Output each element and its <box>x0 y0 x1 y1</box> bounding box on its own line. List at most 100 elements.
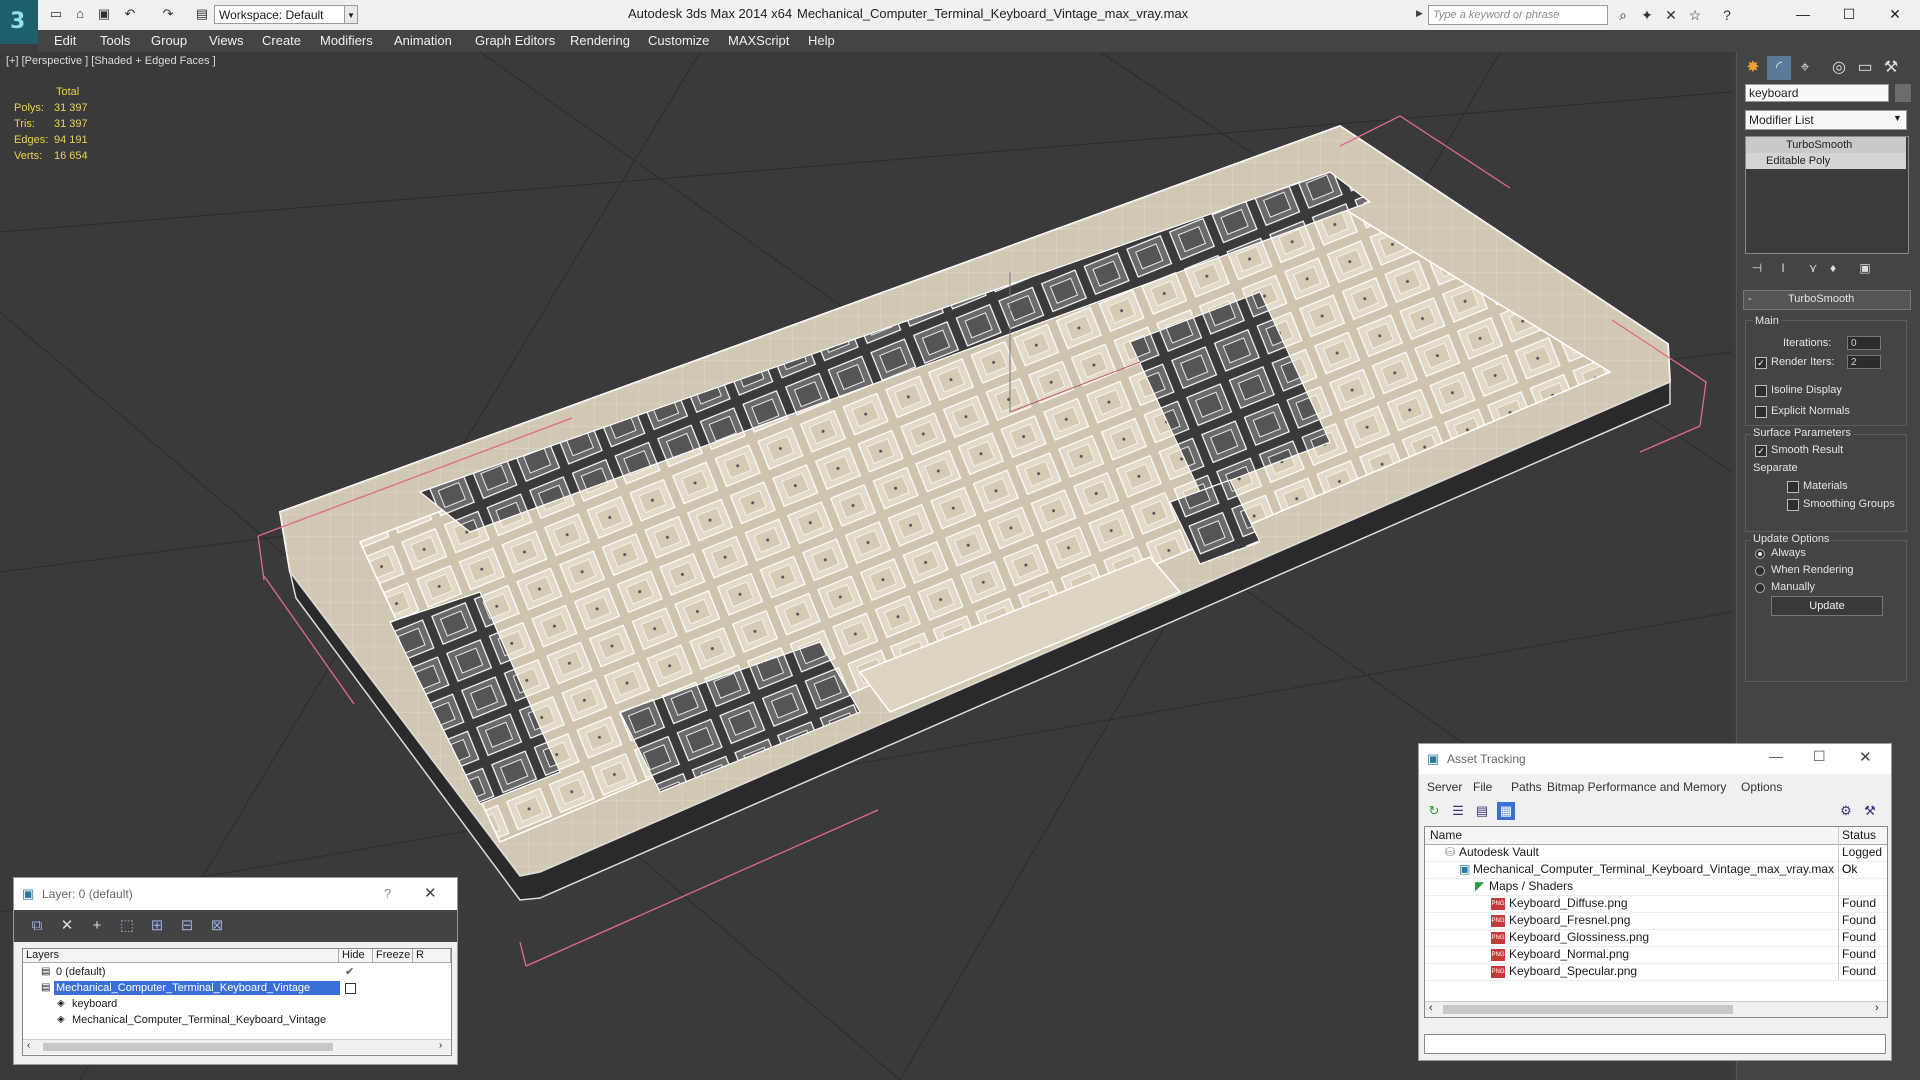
search-input[interactable]: Type a keyword or phrase <box>1428 5 1608 25</box>
scroll-right-icon[interactable]: › <box>1875 1002 1879 1014</box>
asset-row[interactable]: ⛁ Autodesk Vault Logged O <box>1425 844 1887 876</box>
freeze-all-layers-icon[interactable]: ⊠ <box>206 916 228 936</box>
menu-help[interactable]: Help <box>808 30 835 52</box>
maximize-button[interactable]: ☐ <box>1826 0 1872 28</box>
tree-view-icon[interactable]: ▤ <box>1473 802 1491 820</box>
project-folder-icon[interactable]: ▤ <box>194 7 210 21</box>
redo-icon[interactable]: ↷ <box>160 7 176 21</box>
scroll-thumb[interactable] <box>1443 1005 1733 1014</box>
render-iters-spinner[interactable]: 2 <box>1847 355 1881 369</box>
stack-item-turbosmooth[interactable]: TurboSmooth <box>1746 137 1906 153</box>
menu-edit[interactable]: Edit <box>54 30 76 52</box>
search-expand-icon[interactable]: ▶ <box>1416 8 1423 19</box>
binoculars-icon[interactable]: ⌕ <box>1614 6 1632 24</box>
asset-row[interactable]: PNG Keyboard_Normal.png Found <box>1425 946 1887 964</box>
menu-views[interactable]: Views <box>209 30 243 52</box>
isoline-display-checkbox[interactable] <box>1755 385 1767 397</box>
object-name-field[interactable]: keyboard <box>1745 84 1889 102</box>
highlight-layer-icon[interactable]: ⊞ <box>146 916 168 936</box>
menu-rendering[interactable]: Rendering <box>570 30 630 52</box>
horizontal-scrollbar[interactable]: ‹ › <box>23 1039 451 1054</box>
new-file-icon[interactable]: ▭ <box>48 7 64 21</box>
menu-modifiers[interactable]: Modifiers <box>320 30 373 52</box>
menu-graph-editors[interactable]: Graph Editors <box>475 30 555 52</box>
explicit-normals-checkbox[interactable] <box>1755 406 1767 418</box>
refresh-icon[interactable]: ↻ <box>1425 802 1443 820</box>
smooth-result-checkbox[interactable]: ✓ <box>1755 445 1767 457</box>
iterations-spinner[interactable]: 0 <box>1847 336 1881 350</box>
scroll-right-icon[interactable]: › <box>439 1040 442 1051</box>
viewport-label[interactable]: [+] [Perspective ] [Shaded + Edged Faces… <box>6 55 216 67</box>
menu-maxscript[interactable]: MAXScript <box>728 30 789 52</box>
menu-create[interactable]: Create <box>262 30 301 52</box>
asset-menu-bitmap-performance[interactable]: Bitmap Performance and Memory <box>1547 780 1726 794</box>
minimize-icon[interactable]: — <box>1769 748 1783 764</box>
manually-radio[interactable] <box>1755 583 1765 593</box>
horizontal-scrollbar[interactable]: ‹ › <box>1425 1001 1887 1017</box>
list-view-icon[interactable]: ☰ <box>1449 802 1467 820</box>
layer-dialog-titlebar[interactable]: ▣ Layer: 0 (default) ? ✕ <box>14 878 457 910</box>
layer-row[interactable]: ▤ 0 (default) ✔ <box>23 964 451 980</box>
help-icon[interactable]: ? <box>384 886 391 901</box>
asset-row[interactable]: ▣ Mechanical_Computer_Terminal_Keyboard_… <box>1425 861 1887 879</box>
menu-group[interactable]: Group <box>151 30 187 52</box>
scroll-left-icon[interactable]: ‹ <box>27 1040 30 1051</box>
modify-tab-icon[interactable]: ◜ <box>1767 56 1791 80</box>
motion-tab-icon[interactable]: ◎ <box>1827 56 1851 80</box>
asset-menu-options[interactable]: Options <box>1741 780 1782 794</box>
column-name[interactable]: Name <box>1430 827 1462 844</box>
layer-row[interactable]: ◈ keyboard <box>23 996 451 1012</box>
table-view-icon[interactable]: ▦ <box>1497 802 1515 820</box>
create-tab-icon[interactable]: ✸ <box>1741 56 1765 80</box>
column-render[interactable]: R <box>413 949 451 963</box>
hide-all-layers-icon[interactable]: ⊟ <box>176 916 198 936</box>
workspace-select[interactable]: Workspace: Default <box>214 5 352 24</box>
modifier-list-dropdown[interactable]: Modifier List <box>1745 110 1907 130</box>
asset-menu-file[interactable]: File <box>1473 780 1492 794</box>
menu-customize[interactable]: Customize <box>648 30 709 52</box>
select-in-layer-icon[interactable]: ⬚ <box>116 916 138 936</box>
smoothing-groups-checkbox[interactable] <box>1787 499 1799 511</box>
rollout-header[interactable]: - TurboSmooth <box>1743 290 1911 310</box>
new-layer-icon[interactable]: ⧉ <box>26 916 48 936</box>
favorites-star-icon[interactable]: ☆ <box>1686 6 1704 24</box>
when-rendering-radio[interactable] <box>1755 566 1765 576</box>
open-file-icon[interactable]: ⌂ <box>72 7 88 21</box>
asset-tracking-titlebar[interactable]: ▣ Asset Tracking — ☐ ✕ <box>1419 744 1891 774</box>
stack-item-editable-poly[interactable]: Editable Poly <box>1746 153 1906 169</box>
asset-menu-server[interactable]: Server <box>1427 780 1462 794</box>
column-freeze[interactable]: Freeze <box>373 949 413 963</box>
close-icon[interactable]: ✕ <box>424 884 437 902</box>
materials-checkbox[interactable] <box>1787 481 1799 493</box>
pin-stack-icon[interactable]: ⊣ <box>1745 256 1769 280</box>
vault-settings-icon[interactable]: ⚒ <box>1861 802 1879 820</box>
asset-row[interactable]: PNG Keyboard_Glossiness.png Found <box>1425 929 1887 947</box>
show-end-result-icon[interactable]: Ι <box>1771 256 1795 280</box>
vault-login-icon[interactable]: ⚙ <box>1837 802 1855 820</box>
chevron-down-icon[interactable]: ▼ <box>344 5 358 24</box>
render-iters-checkbox[interactable]: ✓ <box>1755 357 1767 369</box>
asset-row[interactable]: PNG Keyboard_Diffuse.png Found <box>1425 895 1887 913</box>
asset-row[interactable]: PNG Keyboard_Fresnel.png Found <box>1425 912 1887 930</box>
always-radio[interactable] <box>1755 549 1765 559</box>
maximize-icon[interactable]: ☐ <box>1813 748 1826 765</box>
asset-row[interactable]: ◤ Maps / Shaders <box>1425 878 1887 896</box>
configure-sets-icon[interactable]: ▣ <box>1853 256 1877 280</box>
asset-path-field[interactable] <box>1424 1034 1886 1054</box>
layer-row[interactable]: ◈ Mechanical_Computer_Terminal_Keyboard_… <box>23 1012 451 1028</box>
current-layer-box-icon[interactable] <box>345 983 356 994</box>
add-to-layer-icon[interactable]: + <box>86 916 108 936</box>
hierarchy-tab-icon[interactable]: ⌖ <box>1793 56 1817 80</box>
close-icon[interactable]: ✕ <box>1859 748 1872 766</box>
save-file-icon[interactable]: ▣ <box>96 7 112 21</box>
undo-icon[interactable]: ↶ <box>122 7 138 21</box>
object-color-swatch[interactable] <box>1895 84 1911 102</box>
help-icon[interactable]: ? <box>1718 6 1736 24</box>
chevron-down-icon[interactable]: ▼ <box>1893 113 1902 123</box>
menu-tools[interactable]: Tools <box>100 30 130 52</box>
close-button[interactable]: ✕ <box>1872 0 1918 28</box>
menu-animation[interactable]: Animation <box>394 30 452 52</box>
display-tab-icon[interactable]: ▭ <box>1853 56 1877 80</box>
communication-icon[interactable]: ✕ <box>1662 6 1680 24</box>
app-logo-button[interactable]: 3 <box>0 0 38 44</box>
